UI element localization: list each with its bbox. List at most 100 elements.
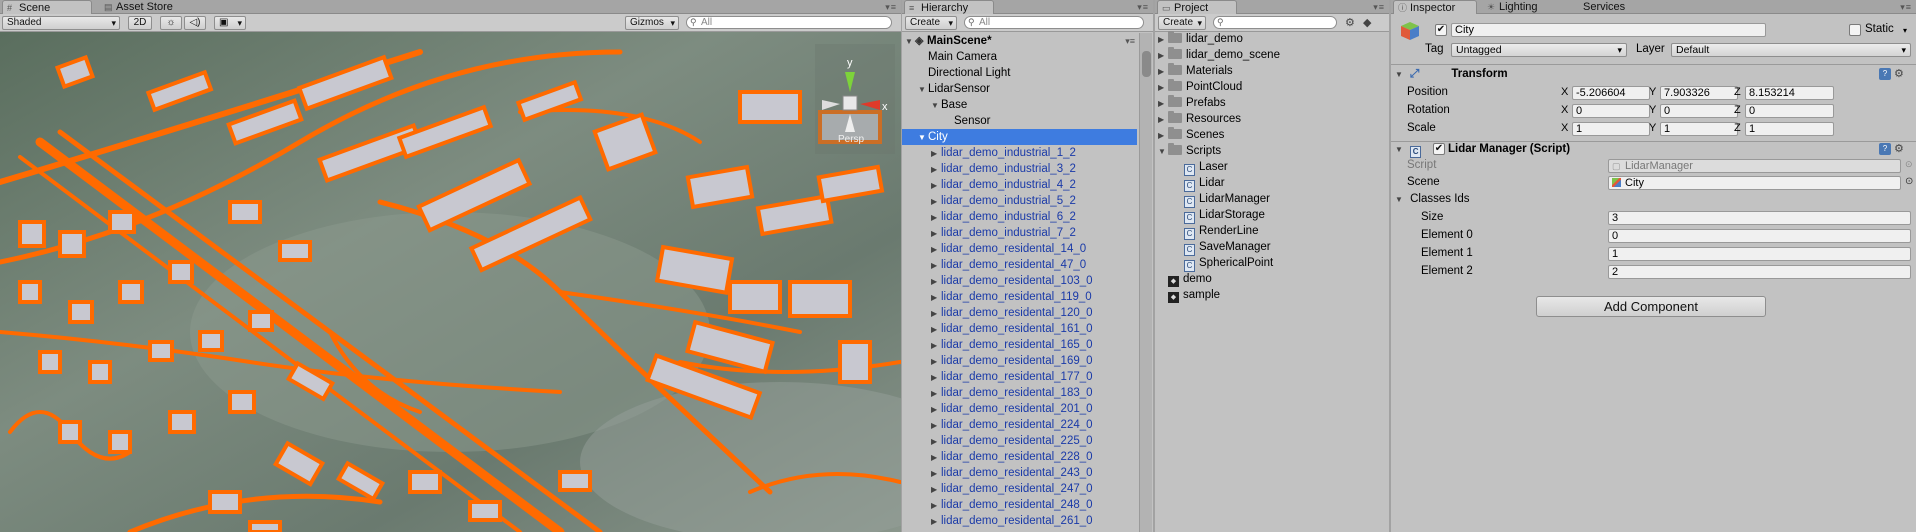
- tab-inspector[interactable]: ⓘ Inspector: [1393, 0, 1477, 14]
- gear-icon[interactable]: ⚙: [1894, 67, 1904, 80]
- element-value-field[interactable]: 2: [1608, 265, 1911, 279]
- add-component-button[interactable]: Add Component: [1536, 296, 1766, 317]
- collapse-arrow-icon[interactable]: ▼: [1395, 70, 1403, 79]
- element-value-field[interactable]: 0: [1608, 229, 1911, 243]
- scene-viewport[interactable]: y x Persp: [0, 32, 901, 532]
- scene-options-icon[interactable]: ▾≡: [1125, 33, 1135, 49]
- axis-x-label[interactable]: X: [1561, 102, 1568, 119]
- inspector-menu-icon[interactable]: ▾≡: [1900, 2, 1912, 13]
- hierarchy-item[interactable]: ▶ lidar_demo_residental_247_0: [902, 481, 1137, 497]
- expand-arrow-icon[interactable]: ▶: [1158, 80, 1168, 96]
- shading-mode-dropdown[interactable]: Shaded: [2, 16, 120, 30]
- hierarchy-item[interactable]: ▶ lidar_demo_industrial_1_2: [902, 145, 1137, 161]
- transform-y-field[interactable]: 7.903326: [1660, 86, 1738, 100]
- project-item[interactable]: C LidarStorage: [1155, 207, 1389, 224]
- transform-x-field[interactable]: 1: [1572, 122, 1650, 136]
- hierarchy-item[interactable]: Directional Light: [902, 65, 1137, 81]
- hierarchy-item[interactable]: ▶ lidar_demo_residental_224_0: [902, 417, 1137, 433]
- hierarchy-item[interactable]: ▶ lidar_demo_residental_225_0: [902, 433, 1137, 449]
- axis-z-label[interactable]: Z: [1734, 102, 1741, 119]
- hierarchy-item[interactable]: ▶ lidar_demo_residental_103_0: [902, 273, 1137, 289]
- hierarchy-item[interactable]: ▶ lidar_demo_industrial_5_2: [902, 193, 1137, 209]
- tab-lighting[interactable]: ☀ Lighting: [1483, 0, 1563, 14]
- hierarchy-item[interactable]: ▶ lidar_demo_residental_161_0: [902, 321, 1137, 337]
- axis-x-label[interactable]: X: [1561, 84, 1568, 101]
- transform-y-field[interactable]: 1: [1660, 122, 1738, 136]
- hierarchy-item[interactable]: ▶ lidar_demo_residental_14_0: [902, 241, 1137, 257]
- project-item[interactable]: C LidarManager: [1155, 191, 1389, 208]
- expand-arrow-icon[interactable]: ▶: [931, 322, 941, 338]
- expand-arrow-icon[interactable]: ▶: [931, 514, 941, 530]
- project-item[interactable]: ▶ Scenes: [1155, 127, 1389, 143]
- transform-z-field[interactable]: 0: [1745, 104, 1834, 118]
- hierarchy-item[interactable]: ▶ lidar_demo_residental_201_0: [902, 401, 1137, 417]
- hierarchy-item[interactable]: ▶ lidar_demo_industrial_6_2: [902, 209, 1137, 225]
- hierarchy-item[interactable]: ▼ LidarSensor: [902, 81, 1137, 97]
- filter-label-icon[interactable]: ◆: [1363, 16, 1371, 29]
- transform-header[interactable]: ▼ ⤢ Transform: [1391, 66, 1916, 83]
- hierarchy-item[interactable]: ▶ lidar_demo_residental_261_0: [902, 513, 1137, 529]
- layer-dropdown[interactable]: Default: [1671, 43, 1911, 57]
- project-item[interactable]: C SaveManager: [1155, 239, 1389, 256]
- project-item[interactable]: ▶ PointCloud: [1155, 79, 1389, 95]
- transform-z-field[interactable]: 8.153214: [1745, 86, 1834, 100]
- expand-arrow-icon[interactable]: ▶: [931, 274, 941, 290]
- expand-arrow-icon[interactable]: ▶: [931, 498, 941, 514]
- tab-hierarchy[interactable]: ≡ Hierarchy: [904, 0, 994, 14]
- expand-arrow-icon[interactable]: ▶: [931, 226, 941, 242]
- axis-z-label[interactable]: Z: [1734, 120, 1741, 137]
- lighting-toggle-button[interactable]: ☼: [160, 16, 182, 30]
- project-item[interactable]: ▶ Resources: [1155, 111, 1389, 127]
- panel-menu-icon[interactable]: ▾≡: [885, 2, 897, 13]
- expand-arrow-icon[interactable]: ▶: [931, 210, 941, 226]
- expand-arrow-icon[interactable]: ▶: [931, 434, 941, 450]
- hierarchy-item[interactable]: ▶ lidar_demo_residental_177_0: [902, 369, 1137, 385]
- hierarchy-item[interactable]: ▶ lidar_demo_residental_165_0: [902, 337, 1137, 353]
- axis-y-label[interactable]: Y: [1649, 102, 1656, 119]
- gear-icon[interactable]: ⚙: [1894, 142, 1904, 155]
- expand-arrow-icon[interactable]: ▶: [1158, 128, 1168, 144]
- collapse-arrow-icon[interactable]: ▼: [1395, 145, 1403, 154]
- hierarchy-item[interactable]: Main Camera: [902, 49, 1137, 65]
- expand-arrow-icon[interactable]: ▶: [931, 258, 941, 274]
- hierarchy-item[interactable]: ▼ Base: [902, 97, 1137, 113]
- scene-search-input[interactable]: ⚲ All: [686, 16, 892, 29]
- transform-x-field[interactable]: -5.206604: [1572, 86, 1650, 100]
- object-name-field[interactable]: City: [1451, 23, 1766, 37]
- axis-x-label[interactable]: X: [1561, 120, 1568, 137]
- project-menu-icon[interactable]: ▾≡: [1373, 2, 1385, 13]
- project-item[interactable]: ▶ lidar_demo_scene: [1155, 47, 1389, 63]
- project-item[interactable]: C Lidar: [1155, 175, 1389, 192]
- expand-arrow-icon[interactable]: ▶: [931, 162, 941, 178]
- tab-scene[interactable]: # Scene: [2, 0, 92, 14]
- hierarchy-item[interactable]: Sensor: [902, 113, 1137, 129]
- hierarchy-item[interactable]: ▶ lidar_demo_industrial_3_2: [902, 161, 1137, 177]
- expand-arrow-icon[interactable]: ▶: [931, 418, 941, 434]
- expand-arrow-icon[interactable]: ▼: [918, 82, 928, 98]
- active-checkbox[interactable]: ✔: [1435, 24, 1447, 36]
- tag-dropdown[interactable]: Untagged: [1451, 43, 1627, 57]
- audio-toggle-button[interactable]: ◁): [184, 16, 206, 30]
- tab-services[interactable]: Services: [1567, 0, 1643, 14]
- hierarchy-item[interactable]: ▶ lidar_demo_residental_47_0: [902, 257, 1137, 273]
- expand-arrow-icon[interactable]: ▶: [931, 338, 941, 354]
- gizmos-dropdown[interactable]: Gizmos: [625, 16, 679, 30]
- expand-arrow-icon[interactable]: ▶: [931, 290, 941, 306]
- project-item[interactable]: ▶ Prefabs: [1155, 95, 1389, 111]
- help-book-icon[interactable]: ?: [1879, 143, 1891, 155]
- hierarchy-scrollbar[interactable]: [1139, 33, 1152, 532]
- expand-arrow-icon[interactable]: ▶: [931, 178, 941, 194]
- tab-asset-store[interactable]: ▤ Asset Store: [100, 0, 190, 14]
- hierarchy-item[interactable]: ▶ lidar_demo_residental_248_0: [902, 497, 1137, 513]
- hierarchy-item[interactable]: ▶ lidar_demo_residental_119_0: [902, 289, 1137, 305]
- expand-arrow-icon[interactable]: ▶: [931, 402, 941, 418]
- transform-z-field[interactable]: 1: [1745, 122, 1834, 136]
- static-checkbox[interactable]: [1849, 24, 1861, 36]
- scrollbar-thumb[interactable]: [1142, 51, 1151, 77]
- expand-arrow-icon[interactable]: ▶: [931, 242, 941, 258]
- tab-project[interactable]: ▭ Project: [1157, 0, 1237, 14]
- hierarchy-create-dropdown[interactable]: Create: [905, 16, 957, 30]
- project-search-input[interactable]: ⚲: [1213, 16, 1337, 29]
- hierarchy-item[interactable]: ▶ lidar_demo_residental_120_0: [902, 305, 1137, 321]
- axis-y-label[interactable]: Y: [1649, 120, 1656, 137]
